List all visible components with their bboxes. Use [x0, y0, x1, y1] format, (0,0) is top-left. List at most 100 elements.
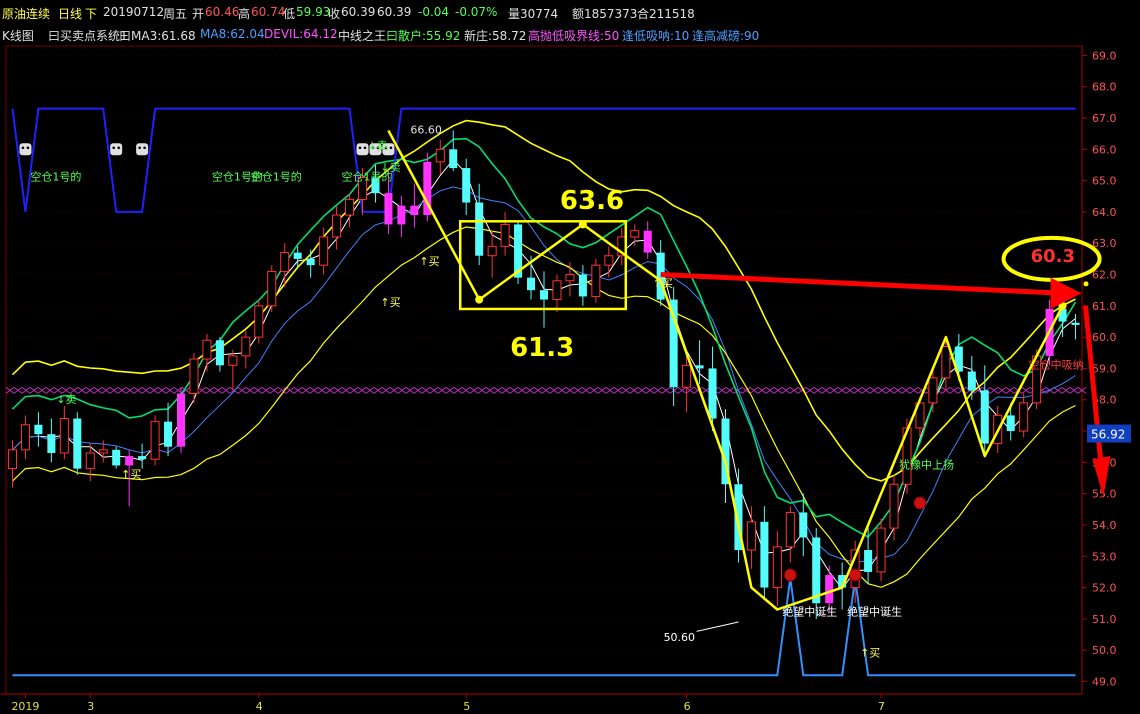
smiley-icon [110, 143, 123, 156]
candle-body [150, 421, 160, 460]
last-price: 60.39 [377, 5, 412, 19]
candle-body [746, 521, 756, 551]
signal-label: ↓卖 [367, 139, 387, 152]
candle-body [552, 280, 562, 301]
retail-label[interactable]: 曰散户:55.92 [386, 27, 460, 44]
hl-label[interactable]: 高抛低吸界线:50 [528, 27, 619, 44]
quote-header: 原油连续 日线 下 20190712 周五 开 60.46 高 60.74 低 … [0, 0, 1140, 24]
adjust-label[interactable]: 下 [85, 5, 97, 22]
candle [73, 412, 82, 475]
candle-body [864, 550, 873, 572]
edge-marker [1083, 281, 1089, 287]
symbol-name[interactable]: 原油连续 [2, 5, 50, 22]
signal-label: ↑买 [860, 646, 880, 659]
high-label: 高 [238, 7, 251, 21]
y-tick-label: 62.0 [1092, 269, 1117, 282]
x-tick-label: 6 [684, 700, 691, 713]
period-label[interactable]: 日线 [58, 5, 82, 22]
open-interest-value: 合211518 [637, 7, 695, 21]
smiley-eye [112, 146, 115, 150]
newbank-label[interactable]: 新庄:58.72 [464, 27, 526, 44]
candle-body [176, 393, 186, 447]
x-tick-label: 4 [256, 700, 263, 713]
candle [876, 518, 886, 582]
ma8-label[interactable]: MA8:62.04 [200, 27, 265, 41]
signal-dot-icon [913, 496, 927, 510]
smiley-eye [363, 146, 367, 150]
candle-body [682, 364, 692, 388]
candle-body [604, 255, 614, 266]
smiley-eye [21, 146, 25, 150]
price-tag-text: 56.92 [1091, 428, 1125, 442]
signal-label: ↑买 [380, 296, 400, 309]
candle-body [47, 434, 56, 453]
candle-body [189, 358, 199, 394]
system-label[interactable]: 曰买卖点系统1 [48, 27, 128, 44]
candle-body [85, 452, 95, 470]
high-sell-label[interactable]: 逢高减磅:90 [692, 27, 759, 44]
candle-body [695, 365, 704, 369]
y-tick-label: 52.0 [1092, 582, 1117, 595]
y-tick-label: 59.0 [1092, 362, 1117, 375]
y-tick-label: 65.0 [1092, 175, 1117, 188]
amount-value: 额1857373 [572, 7, 638, 21]
candle-body [799, 512, 808, 538]
candle-body [319, 236, 329, 266]
smiley-icon [136, 143, 149, 156]
signal-label: 空仓1号的 [30, 170, 81, 184]
candle [423, 152, 432, 222]
candle-body [20, 424, 30, 451]
candle-body [928, 377, 938, 404]
low-absorb-label[interactable]: 逢低吸呐:10 [622, 27, 689, 44]
target-price-label: 60.3 [1031, 246, 1075, 267]
high-value: 60.74 [251, 5, 286, 19]
candle-body [410, 205, 419, 216]
smiley-eye [358, 146, 362, 150]
y-tick-label: 49.0 [1092, 675, 1117, 688]
signal-label: 绝望中诞生 [847, 605, 902, 619]
candle-body [825, 575, 834, 604]
candle-body [332, 214, 342, 238]
open-label: 开 [192, 7, 205, 21]
candle-body [7, 449, 18, 470]
candle [254, 299, 264, 344]
candle-body [241, 336, 251, 357]
candle-body [267, 270, 277, 307]
volume-value: 量30774 [508, 7, 559, 21]
close-label: 收 [328, 7, 341, 21]
candle-body [34, 424, 43, 435]
center-label[interactable]: 中线之王 [338, 27, 386, 44]
y-tick-label: 67.0 [1092, 112, 1117, 125]
candle-body [1006, 415, 1015, 432]
signal-label: 空仓中吸纳 [1029, 357, 1084, 371]
candle [267, 265, 277, 313]
candle-body [708, 368, 717, 419]
candle-body [397, 205, 406, 225]
candlestick-chart: 49.050.051.052.053.054.055.056.057.058.0… [0, 0, 1140, 714]
candle-body [449, 149, 458, 169]
candle-body [345, 198, 355, 216]
candle-body [643, 230, 652, 253]
low-label: 低 [283, 7, 296, 21]
kline-label[interactable]: K线图 [2, 27, 34, 44]
candle-body [112, 449, 121, 466]
trend-arrowhead [475, 295, 484, 304]
candle-body [435, 148, 445, 163]
smiley-face [110, 143, 123, 156]
candle-body [565, 274, 575, 282]
candle [591, 258, 601, 303]
y-tick-label: 53.0 [1092, 550, 1117, 563]
signal-dot-icon [783, 568, 797, 582]
candle-body [487, 245, 497, 257]
devil-label[interactable]: DEVIL:64.12 [264, 27, 338, 41]
candle-body [475, 202, 484, 256]
candle-body [164, 421, 173, 447]
candle-body [578, 274, 587, 297]
candle-body [760, 521, 769, 588]
ma3-label[interactable]: 曰MA3:61.68 [119, 27, 196, 44]
low-price-label: 61.3 [510, 333, 574, 363]
close-value: 60.39 [341, 5, 376, 19]
candle-body [306, 258, 315, 266]
candle-body [500, 223, 510, 247]
candle-body [280, 252, 290, 272]
